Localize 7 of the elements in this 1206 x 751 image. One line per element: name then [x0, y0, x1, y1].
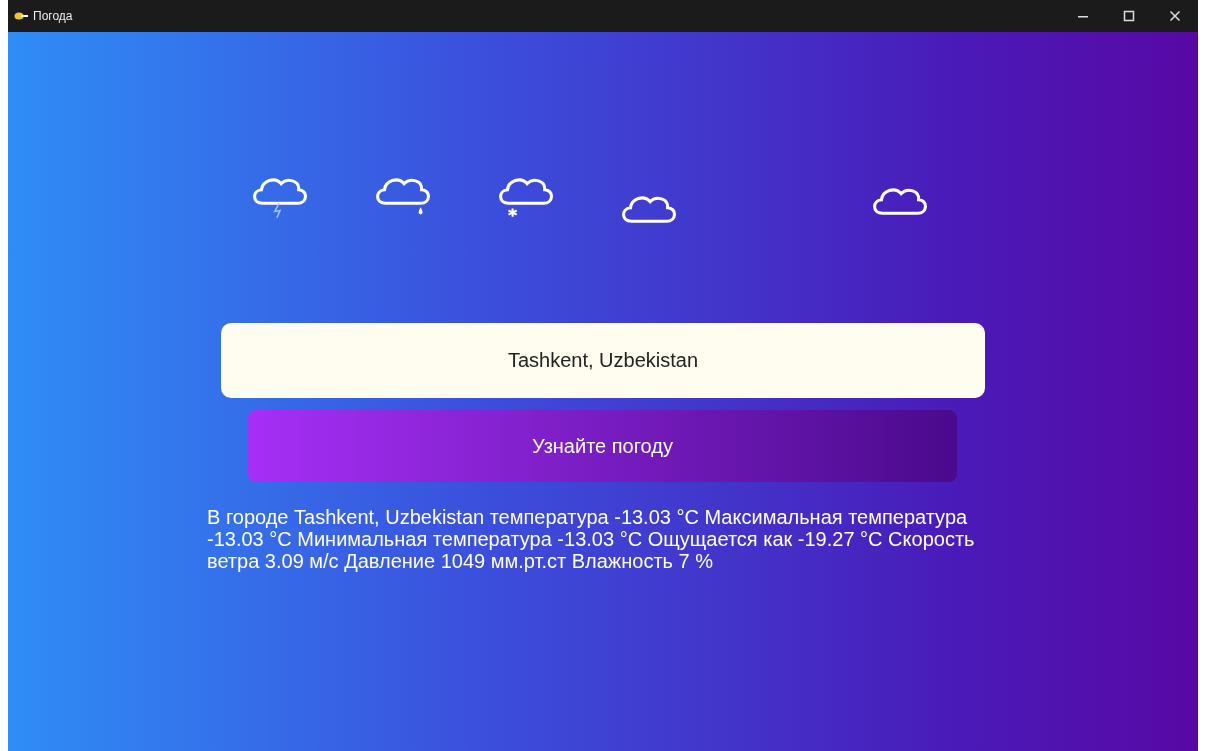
window-title: Погода — [33, 9, 73, 23]
get-weather-button[interactable]: Узнайте погоду — [248, 410, 957, 482]
weather-result-text: В городе Tashkent, Uzbekistan температура -13.03 °C Максимальная температура -13.03 °C Минимальная температура -13.03 °C Ощущается как -19.27 °C Скорость ветра 3.09 м/с Давление 1049 мм.рт.ст Влажность 7 % — [207, 506, 976, 572]
city-input-field[interactable]: Tashkent, Uzbekistan — [221, 323, 985, 398]
maximize-icon[interactable] — [1123, 10, 1135, 22]
app-icon — [14, 11, 28, 21]
close-icon[interactable] — [1169, 10, 1181, 22]
